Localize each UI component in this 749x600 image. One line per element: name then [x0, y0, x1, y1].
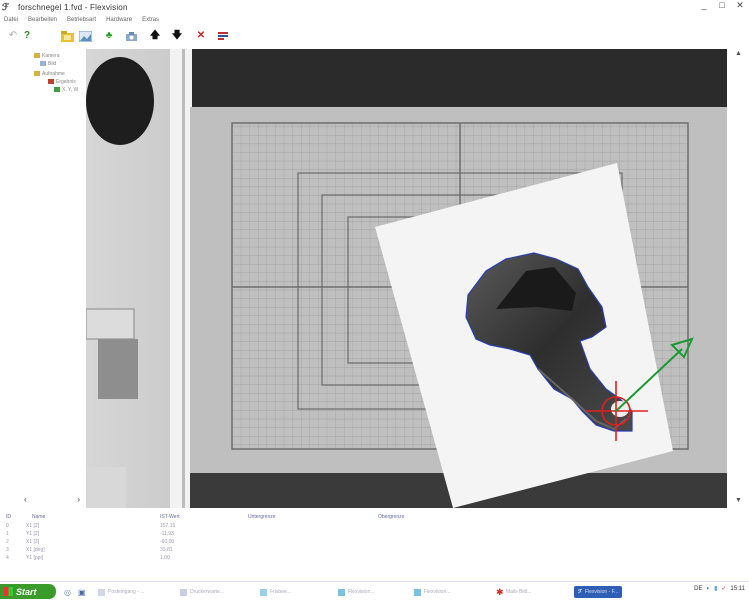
- system-tray: DE ◐ ▮ ✓ 15:11: [694, 585, 745, 593]
- table-cell: 0: [6, 523, 9, 529]
- windows-logo-icon: [4, 587, 13, 596]
- tree-item-bild[interactable]: Bild: [40, 61, 56, 67]
- app-icon: [414, 588, 421, 596]
- delete-icon[interactable]: ✕: [194, 29, 208, 43]
- printer-icon: [180, 588, 187, 596]
- results-table: ID Name IST-Wert Untergrenze Obergrenze …: [0, 512, 600, 572]
- open-icon[interactable]: [60, 29, 74, 43]
- star-icon: ✱: [496, 586, 504, 597]
- table-cell: 4: [6, 555, 9, 561]
- window-controls: _ □ ✕: [699, 0, 745, 11]
- table-cell: 33,81: [160, 547, 173, 553]
- folder-icon: [34, 71, 40, 77]
- table-cell: -60,00: [160, 539, 175, 545]
- quicklaunch-icon[interactable]: ◎: [64, 586, 71, 598]
- taskbar: Start ◎ ▣ Posteingang - ... Druckerwarte…: [0, 581, 749, 600]
- task-button[interactable]: Druckerwarte...: [180, 586, 224, 598]
- check-icon: [54, 87, 60, 93]
- camera-image: [86, 49, 727, 508]
- minimize-button[interactable]: _: [699, 0, 709, 11]
- title-bar: ℱ forschnegel 1.fvd - Flexvision _ □ ✕: [0, 0, 749, 14]
- mail-icon: [98, 588, 105, 596]
- result-icon: [48, 79, 54, 85]
- tree-item-aufnahme[interactable]: Aufnahme: [34, 71, 65, 77]
- column-header-untergrenze[interactable]: Untergrenze: [248, 514, 276, 520]
- tree-item-ergebnis[interactable]: Ergebnis: [48, 79, 76, 85]
- tree-item-kamera[interactable]: Kamera: [34, 53, 60, 59]
- arrow-up-icon[interactable]: 🡅: [148, 29, 162, 43]
- column-header-ist-wert[interactable]: IST-Wert: [160, 514, 180, 520]
- scroll-down-icon[interactable]: ▼: [735, 497, 742, 504]
- undo-icon[interactable]: ↶: [6, 29, 20, 43]
- tray-icon[interactable]: ◐: [706, 586, 710, 592]
- task-button-active[interactable]: ℱ Flexvision - F...: [574, 586, 623, 598]
- window-title: forschnegel 1.fvd - Flexvision: [18, 2, 128, 12]
- folder-icon: [34, 53, 40, 59]
- start-button[interactable]: Start: [0, 584, 56, 599]
- scroll-right-icon[interactable]: ›: [77, 495, 80, 507]
- menu-hardware[interactable]: Hardware: [106, 17, 132, 23]
- settings-icon[interactable]: [216, 29, 230, 43]
- app-logo-icon: ℱ: [578, 589, 582, 595]
- clock: 15:11: [730, 585, 745, 592]
- table-cell: 1,00: [160, 555, 170, 561]
- menu-bearbeiten[interactable]: Bearbeiten: [28, 17, 57, 23]
- task-button[interactable]: ✱ Mails Bild...: [496, 586, 532, 598]
- tree-item-xyw[interactable]: X, Y, W: [54, 87, 78, 93]
- task-button[interactable]: Flexvision...: [338, 586, 374, 598]
- table-cell: -11,93: [160, 531, 174, 537]
- arrow-down-icon[interactable]: 🡇: [170, 29, 184, 43]
- network-icon[interactable]: ▮: [714, 585, 717, 592]
- app-icon: [338, 588, 345, 596]
- table-cell: Y1 [ppi]: [26, 555, 43, 561]
- table-cell: 1: [6, 531, 9, 537]
- column-header-obergrenze[interactable]: Obergrenze: [378, 514, 404, 520]
- volume-icon[interactable]: ✓: [721, 585, 726, 592]
- table-cell: 3: [6, 547, 9, 553]
- tree-horizontal-scrollbar[interactable]: ‹ ›: [24, 495, 80, 507]
- project-tree: Kamera Bild Aufnahme Ergebnis X, Y, W ‹ …: [0, 47, 84, 509]
- table-cell: X1 [deg]: [26, 547, 45, 553]
- task-button[interactable]: Posteingang - ...: [98, 586, 144, 598]
- scroll-up-icon[interactable]: ▲: [735, 50, 742, 57]
- maximize-button[interactable]: □: [717, 0, 727, 11]
- app-logo-icon: ℱ: [2, 2, 10, 12]
- flexvision-window: ℱ forschnegel 1.fvd - Flexvision _ □ ✕ D…: [0, 0, 749, 600]
- table-cell: Y1 [2]: [26, 531, 40, 537]
- table-cell: X1 [2]: [26, 523, 40, 529]
- menu-bar: Datei Bearbeiten Betriebsart Hardware Ex…: [0, 14, 749, 26]
- language-indicator[interactable]: DE: [694, 586, 702, 592]
- menu-extras[interactable]: Extras: [142, 17, 159, 23]
- run-icon[interactable]: ♣: [102, 29, 116, 43]
- task-button[interactable]: Frisbee...: [260, 586, 291, 598]
- camera-icon[interactable]: [124, 29, 138, 43]
- image-icon: [40, 61, 46, 67]
- close-button[interactable]: ✕: [735, 0, 745, 11]
- toolbar: ↶ ? ♣ 🡅 🡇 ✕: [0, 27, 749, 45]
- help-icon[interactable]: ?: [20, 29, 34, 43]
- table-cell: X1 [3]: [26, 539, 40, 545]
- camera-image-view[interactable]: [86, 49, 727, 508]
- table-cell: 157,15: [160, 523, 176, 529]
- table-cell: 2: [6, 539, 9, 545]
- menu-datei[interactable]: Datei: [4, 17, 18, 23]
- task-button[interactable]: Flexvision...: [414, 586, 450, 598]
- column-header-name[interactable]: Name: [32, 514, 45, 520]
- column-header-id[interactable]: ID: [6, 514, 11, 520]
- scroll-left-icon[interactable]: ‹: [24, 495, 27, 507]
- image-vertical-scrollbar[interactable]: ▲ ▼: [732, 49, 746, 508]
- image-icon[interactable]: [78, 29, 92, 43]
- quicklaunch-icon[interactable]: ▣: [78, 586, 86, 598]
- app-icon: [260, 588, 267, 596]
- menu-betriebsart[interactable]: Betriebsart: [67, 17, 96, 23]
